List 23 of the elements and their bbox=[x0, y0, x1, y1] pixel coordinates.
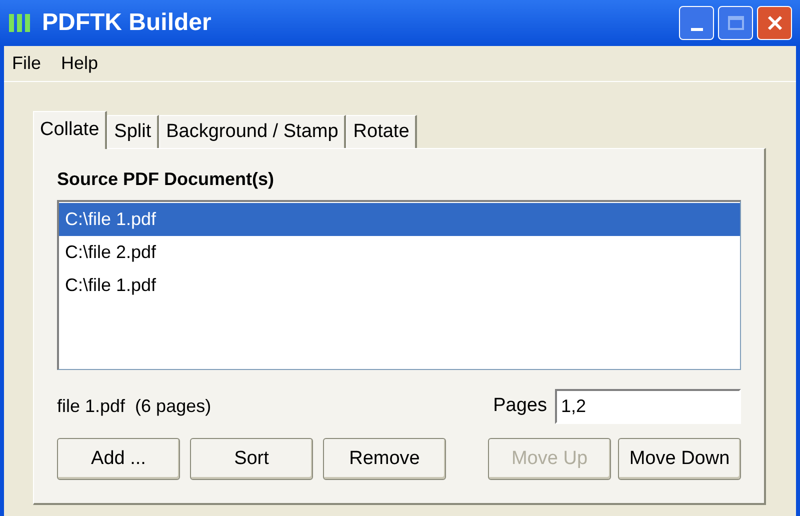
menu-item[interactable]: Help bbox=[61, 50, 98, 77]
menu-item[interactable]: File bbox=[12, 50, 42, 77]
tab[interactable]: Rotate bbox=[346, 115, 418, 148]
action-button[interactable]: Remove bbox=[323, 438, 446, 480]
close-icon bbox=[766, 14, 784, 32]
close-button[interactable] bbox=[757, 6, 792, 40]
action-button[interactable]: Add ... bbox=[57, 438, 180, 480]
action-button[interactable]: Move Down bbox=[618, 438, 741, 480]
pages-label: Pages bbox=[493, 394, 547, 418]
section-label: Source PDF Document(s) bbox=[57, 168, 276, 190]
maximize-button[interactable] bbox=[718, 6, 753, 40]
file-list-item[interactable]: C:\file 1.pdf bbox=[59, 269, 740, 302]
minimize-button[interactable] bbox=[679, 6, 714, 40]
file-list[interactable]: C:\file 1.pdf C:\file 2.pdf C:\file 1.pdf bbox=[57, 200, 741, 370]
file-list-item[interactable]: C:\file 1.pdf bbox=[59, 203, 740, 236]
pages-field[interactable]: 1,2 bbox=[555, 388, 741, 424]
file-list-item[interactable]: C:\file 2.pdf bbox=[59, 236, 740, 269]
tab[interactable]: Background / Stamp bbox=[159, 115, 346, 148]
action-button[interactable]: Sort bbox=[190, 438, 313, 480]
window-title: PDFTK Builder bbox=[42, 8, 212, 38]
tab[interactable]: Collate bbox=[33, 111, 108, 149]
tab[interactable]: Split bbox=[107, 115, 160, 148]
file-info: file 1.pdf (6 pages) bbox=[57, 394, 212, 418]
